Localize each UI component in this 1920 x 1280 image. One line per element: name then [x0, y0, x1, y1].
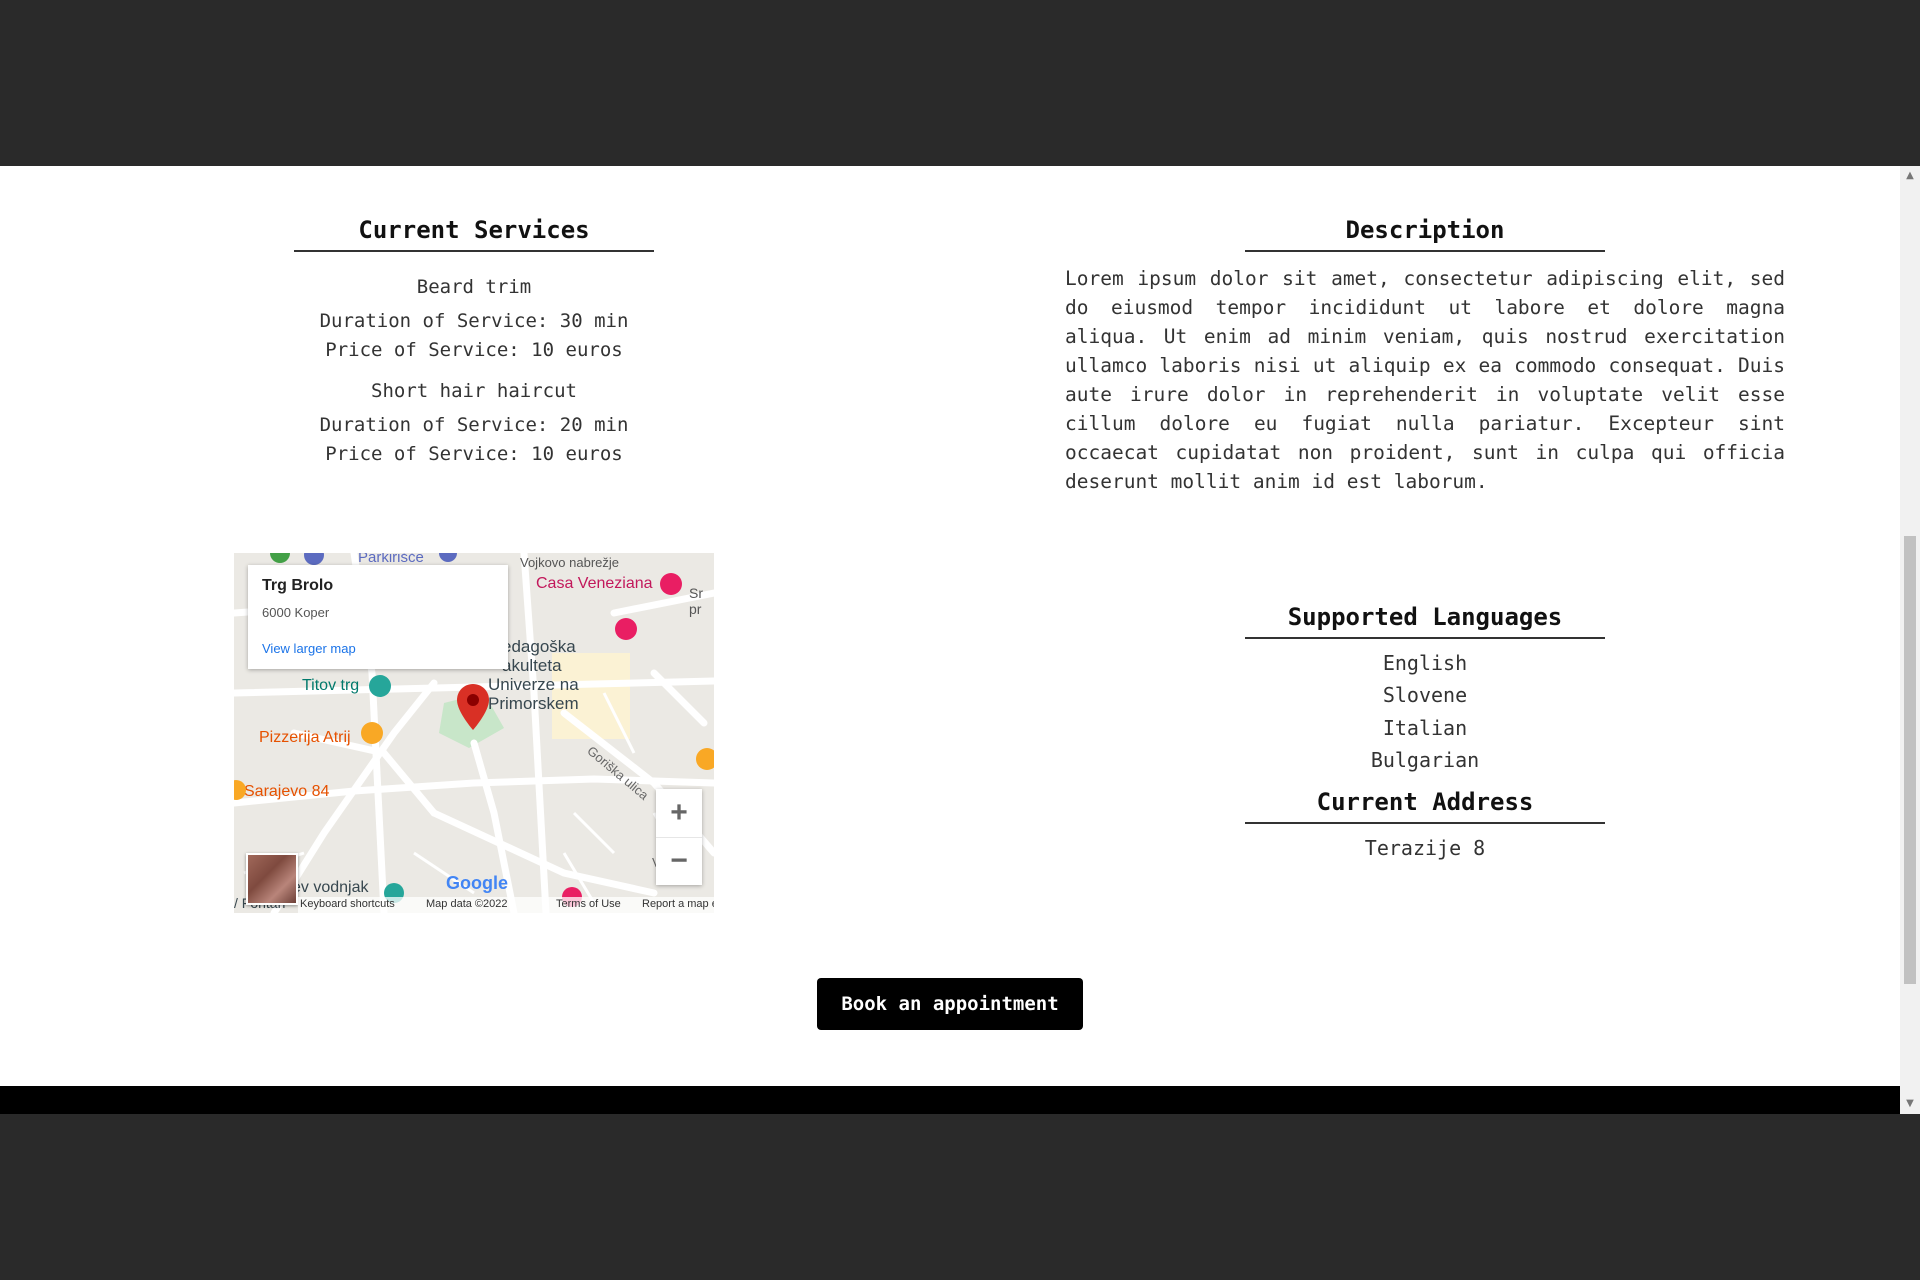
map-label-poi: akulteta: [502, 656, 562, 675]
description-text: Lorem ipsum dolor sit amet, consectetur …: [1065, 267, 1785, 493]
map-label-poi: ev vodnjak: [292, 879, 369, 896]
satellite-toggle-thumbnail[interactable]: [246, 853, 298, 905]
map-place-name: Trg Brolo: [262, 577, 334, 594]
terms-of-use-link[interactable]: Terms of Use: [556, 898, 621, 910]
zoom-in-button[interactable]: +: [656, 789, 702, 838]
description-title: Description: [1245, 214, 1605, 252]
map-label-edge: Sr: [689, 585, 703, 601]
address-title: Current Address: [1245, 786, 1605, 824]
page-footer: [0, 1086, 1900, 1114]
scroll-up-icon[interactable]: ▲: [1900, 166, 1920, 186]
map-footer: Keyboard shortcuts Map data ©2022 Terms …: [298, 897, 714, 913]
map-label-poi: Primorskem: [488, 694, 579, 713]
keyboard-shortcuts-link[interactable]: Keyboard shortcuts: [300, 898, 395, 910]
location-pin-icon[interactable]: [457, 684, 489, 730]
scroll-down-icon[interactable]: ▼: [1900, 1094, 1920, 1114]
service-price: Price of Service: 10 euros: [325, 339, 623, 361]
map-info-card: Trg Brolo 6000 Koper View larger map: [248, 565, 508, 669]
map-label-poi: Pizzerija Atrij: [259, 729, 351, 746]
map-label-poi: Titov trg: [302, 677, 360, 694]
report-map-error-link[interactable]: Report a map error: [642, 898, 714, 910]
service-duration: Duration of Service: 20 min: [319, 414, 629, 436]
scrollbar-thumb[interactable]: [1904, 536, 1916, 984]
language-item: Slovene: [1382, 683, 1468, 707]
book-appointment-button[interactable]: Book an appointment: [817, 978, 1083, 1030]
map-label-poi: Casa Veneziana: [536, 575, 653, 592]
services-title: Current Services: [294, 214, 654, 252]
language-item: Bulgarian: [1370, 748, 1480, 772]
map-label-street: Vojkovo nabrežje: [520, 555, 620, 570]
language-item: Italian: [1382, 716, 1468, 740]
service-name: Beard trim: [416, 276, 532, 298]
vertical-scrollbar[interactable]: ▲ ▼: [1900, 166, 1920, 1114]
language-item: English: [1382, 651, 1468, 675]
view-larger-map-link[interactable]: View larger map: [262, 641, 356, 656]
page-viewport: Current Services Beard trim Duration of …: [0, 166, 1920, 1114]
google-logo: Google: [446, 873, 508, 893]
service-price: Price of Service: 10 euros: [325, 443, 623, 465]
map-label-poi: edagoška: [502, 637, 576, 656]
map-label-poi: Univerze na: [488, 675, 579, 694]
zoom-out-button[interactable]: −: [656, 837, 702, 885]
service-duration: Duration of Service: 30 min: [319, 310, 629, 332]
location-map[interactable]: Parkirišče Vojkovo nabrežje Casa Venezia…: [234, 553, 714, 913]
languages-title: Supported Languages: [1245, 601, 1605, 639]
address-value: Terazije 8: [1364, 836, 1486, 860]
map-data-attribution: Map data ©2022: [426, 898, 508, 910]
map-zoom-controls: + −: [656, 789, 702, 885]
map-place-address: 6000 Koper: [262, 605, 330, 620]
map-label-edge: pr: [689, 601, 702, 617]
service-name: Short hair haircut: [371, 380, 577, 402]
map-label-poi: Sarajevo 84: [244, 783, 330, 800]
